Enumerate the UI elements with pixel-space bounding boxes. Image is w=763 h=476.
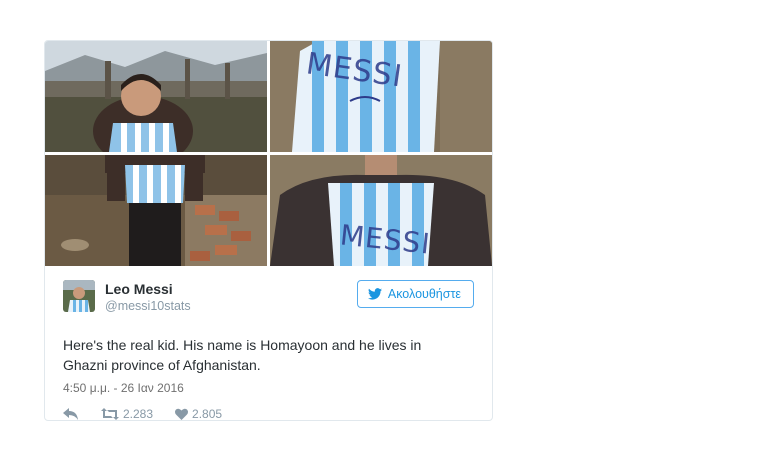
avatar-image [63, 280, 95, 312]
heart-icon [175, 408, 189, 420]
photo-boy-bricks-image [45, 155, 267, 266]
photo-boy-field-image [45, 41, 267, 152]
like-count: 2.805 [192, 407, 223, 421]
tweet-card: MESSI MESSI Leo Messi @messi10stats Ακολ… [44, 40, 493, 421]
author-name[interactable]: Leo Messi [105, 281, 173, 297]
twitter-bird-icon [367, 288, 382, 300]
photo-grid: MESSI MESSI [45, 41, 492, 266]
retweet-icon [101, 408, 119, 420]
photo-boy-field[interactable] [45, 41, 267, 152]
follow-button[interactable]: Ακολουθήστε [356, 280, 474, 308]
author-handle[interactable]: @messi10stats [105, 299, 191, 313]
like-button[interactable]: 2.805 [175, 407, 223, 421]
author-row: Leo Messi @messi10stats Ακολουθήστε [63, 266, 474, 316]
reply-icon [63, 408, 78, 420]
photo-boy-bricks[interactable] [45, 155, 267, 266]
follow-button-label: Ακολουθήστε [387, 287, 461, 301]
photo-shirt-back[interactable]: MESSI [270, 41, 492, 152]
avatar[interactable] [63, 280, 95, 312]
photo-back-view[interactable]: MESSI [270, 155, 492, 266]
tweet-timestamp[interactable]: 4:50 μ.μ. - 26 Ιαν 2016 [63, 381, 474, 395]
tweet-text: Here's the real kid. His name is Homayoo… [63, 337, 422, 373]
retweet-count: 2.283 [123, 407, 154, 421]
tweet-body: Leo Messi @messi10stats Ακολουθήστε Here… [45, 266, 492, 421]
retweet-button[interactable]: 2.283 [101, 407, 154, 421]
reply-button[interactable] [63, 408, 79, 420]
tweet-actions: 2.283 2.805 [63, 407, 474, 421]
